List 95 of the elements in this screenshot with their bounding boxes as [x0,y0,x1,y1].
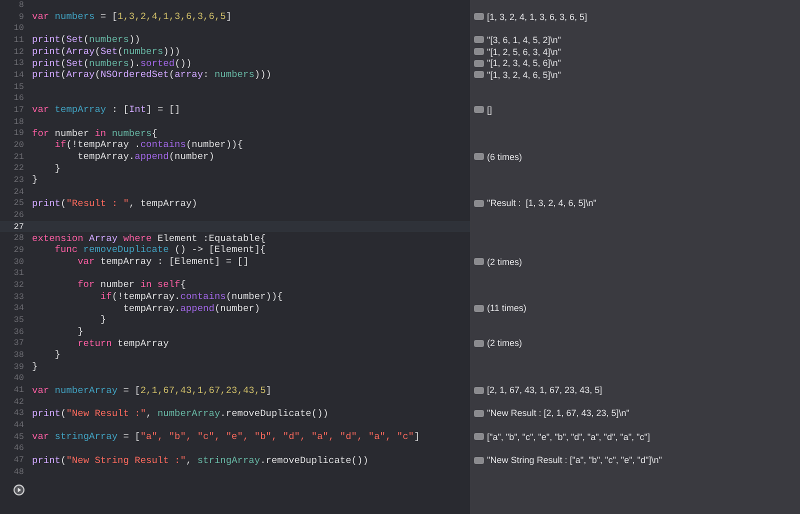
line-number: 46 [12,443,25,454]
run-button[interactable] [13,484,25,496]
result-text: (2 times) [487,338,522,348]
result-view-icon[interactable] [474,410,484,417]
line-number: 30 [12,256,25,267]
line-number: 33 [12,292,25,302]
code-line: var tempArray : [Element] = [] [76,256,249,268]
line-number: 31 [12,268,25,278]
code-line: tempArray.append(number) [122,302,260,314]
line-number: 47 [12,455,25,466]
line-number: 24 [12,186,25,197]
line-number: 42 [12,396,25,407]
line-number: 13 [12,58,25,68]
line-number: 27 [12,222,25,232]
result-view-icon[interactable] [474,433,484,440]
code-line: return tempArray [76,338,169,349]
line-number: 25 [12,198,25,208]
result-text: (6 times) [487,152,522,162]
code-line: var numbers = [1,3,2,4,1,3,6,3,6,5] [32,11,232,22]
result-text: [] [487,104,492,115]
code-line: print(Array(Set(numbers))) [32,46,180,58]
line-number: 35 [12,314,25,325]
line-number: 32 [12,280,25,290]
result-text: "[3, 6, 1, 4, 5, 2]\n" [487,34,561,45]
line-number: 11 [12,34,25,45]
result-view-icon[interactable] [474,153,484,160]
result-view-icon[interactable] [474,340,484,347]
line-number: 36 [12,326,25,337]
result-text: (2 times) [487,256,522,267]
line-number: 38 [12,350,25,360]
code-line: print("New String Result :", stringArray.removeDuplicate()) [32,454,368,466]
result-view-icon[interactable] [474,106,484,114]
result-view-icon[interactable] [474,304,484,312]
result-view-icon[interactable] [474,258,484,266]
code-line: if(!tempArray.contains(number)){ [99,291,283,302]
result-text: "Result : [1, 3, 2, 4, 6, 5]\n" [487,198,596,208]
line-number: 16 [12,93,25,104]
code-line: } [76,326,84,338]
line-number: 19 [12,128,25,138]
code-line: if(!tempArray .contains(number)){ [54,139,243,150]
line-number: 43 [12,408,25,418]
code-line: print(Set(numbers)) [32,34,140,46]
line-number: 12 [12,46,25,57]
code-line: var tempArray : [Int] = [] [32,104,180,116]
result-text: "[1, 3, 2, 4, 6, 5]\n" [487,70,561,80]
code-line: var numberArray = [2,1,67,43,1,67,23,43,5] [32,384,272,396]
line-number: 28 [12,233,25,244]
line-number: 14 [12,70,25,80]
line-number: 21 [12,152,25,162]
line-number: 15 [12,82,25,92]
line-number: 26 [12,210,25,220]
result-text: "New String Result : ["a", "b", "c", "e", "d"]\n" [487,455,662,466]
result-text: [2, 1, 67, 43, 1, 67, 23, 43, 5] [487,385,602,395]
line-number: 29 [12,244,25,255]
code-line: print(Set(numbers).sorted()) [32,58,192,69]
result-view-icon[interactable] [474,200,484,207]
line-number: 22 [12,163,25,174]
line-number: 45 [12,432,25,442]
line-number: 8 [18,0,25,10]
line-number: 39 [12,362,25,372]
line-number: 37 [12,338,25,348]
line-number: 23 [12,174,25,185]
result-view-icon[interactable] [474,386,484,394]
code-line: func removeDuplicate () -> [Element]{ [54,244,266,256]
line-number: 41 [12,385,25,395]
code-line: } [54,162,61,174]
line-number: 10 [12,23,25,34]
result-text: "[1, 2, 3, 4, 5, 6]\n" [487,58,561,68]
line-number: 20 [12,140,25,150]
result-text: [1, 3, 2, 4, 1, 3, 6, 3, 6, 5] [487,12,588,22]
code-line: } [32,174,38,186]
code-line: for number in numbers{ [32,128,158,139]
result-text: "[1, 2, 5, 6, 3, 4]\n" [487,46,561,57]
result-view-icon[interactable] [474,13,484,20]
line-number: 18 [12,116,25,127]
code-line: } [99,314,106,326]
code-line: print("New Result :", numberArray.removeDuplicate()) [32,408,328,419]
code-line: } [54,349,61,360]
result-text: (11 times) [487,303,526,314]
line-number: 44 [12,420,25,430]
line-number: 40 [12,373,25,384]
code-line: tempArray.append(number) [76,151,214,162]
line-number: 17 [12,104,25,115]
code-line: for number in self{ [76,279,186,290]
line-number: 9 [18,12,25,22]
code-line: var stringArray = ["a", "b", "c", "e", "b", "d", "a", "d", "a", "c"] [32,431,420,442]
line-number: 48 [12,466,25,477]
result-text: ["a", "b", "c", "e", "b", "d", "a", "d", "a", "c"] [487,432,650,442]
result-view-icon[interactable] [474,456,484,464]
code-line: print(Array(NSOrderedSet(array: numbers))) [32,69,272,80]
code-line: } [32,361,38,372]
result-text: "New Result : [2, 1, 67, 43, 23, 5]\n" [487,408,630,418]
line-number: 34 [12,303,25,314]
code-line: print("Result : ", tempArray) [32,198,198,209]
code-line: extension Array where Element :Equatable{ [32,232,266,244]
